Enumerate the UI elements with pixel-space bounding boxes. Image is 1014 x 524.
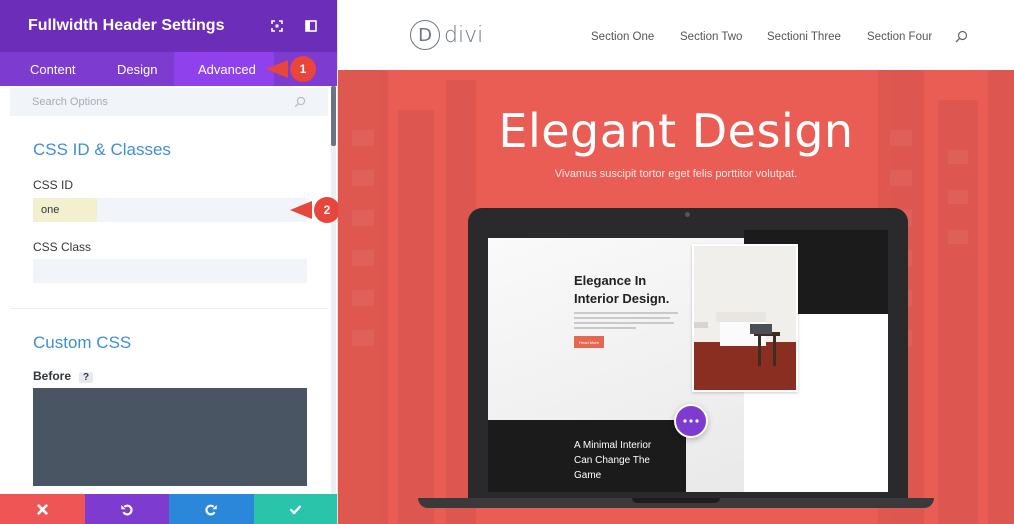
mockup-footer-line-1: A Minimal Interior (574, 440, 652, 451)
mockup-footer-text: A Minimal Interior Can Change The Game (574, 438, 651, 483)
bedroom-illustration (694, 246, 796, 390)
mockup-bedroom-photo (692, 244, 798, 392)
panel-title: Fullwidth Header Settings (28, 17, 225, 34)
redo-icon (205, 504, 217, 515)
callout-marker-2: 2 (290, 196, 344, 224)
laptop-screen: Elegance In Interior Design. Read More A… (488, 230, 888, 492)
laptop-camera (685, 212, 690, 217)
nav-link-section-three[interactable]: Sectioni Three (767, 31, 841, 43)
save-button[interactable] (253, 494, 337, 524)
mockup-footer-line-2: Can Change The (574, 455, 650, 466)
callout-number: 1 (299, 62, 307, 76)
callout-marker-1: 1 (266, 55, 320, 83)
section-divider (10, 308, 328, 309)
mockup-heading-line-1: Elegance In (574, 273, 647, 288)
laptop-mockup: Elegance In Interior Design. Read More A… (468, 208, 908, 500)
search-options-input[interactable] (32, 96, 232, 108)
custom-css-title[interactable]: Custom CSS (33, 333, 131, 353)
css-id-field[interactable] (33, 198, 307, 222)
callout-number: 2 (323, 203, 331, 217)
hero-subtitle: Vivamus suscipit tortor eget felis portt… (554, 168, 798, 180)
search-icon[interactable] (955, 30, 968, 43)
css-class-label: CSS Class (33, 240, 92, 254)
mockup-body-text (574, 312, 678, 332)
divi-logo[interactable]: D divi (410, 20, 483, 50)
site-header: D divi Section One Section Two Sectioni … (338, 0, 1014, 70)
check-icon (290, 505, 302, 514)
hero-title: Elegant Design (498, 104, 854, 158)
sidebar-toggle-icon[interactable] (294, 0, 328, 52)
tab-content[interactable]: Content (0, 52, 90, 86)
css-id-label: CSS ID (33, 178, 74, 192)
expand-icon[interactable] (260, 0, 294, 52)
laptop-base (418, 498, 934, 508)
mockup-read-more-button: Read More (574, 336, 604, 348)
undo-button[interactable] (84, 494, 169, 524)
mockup-footer-line-3: Game (574, 470, 602, 481)
tab-advanced[interactable]: Advanced (174, 52, 274, 86)
action-bar (0, 494, 337, 524)
css-class-field[interactable] (33, 259, 307, 283)
before-label: Before (33, 369, 72, 383)
nav-link-section-one[interactable]: Section One (591, 31, 654, 43)
discard-button[interactable] (0, 494, 85, 524)
help-icon[interactable]: ? (79, 372, 94, 383)
undo-icon (121, 504, 133, 515)
search-icon[interactable] (294, 96, 306, 108)
redo-button[interactable] (169, 494, 254, 524)
search-options-bar (10, 88, 328, 116)
before-label-row: Before? (33, 369, 94, 383)
page-preview: D divi Section One Section Two Sectioni … (338, 0, 1014, 524)
close-icon (37, 503, 48, 515)
tab-design[interactable]: Design (90, 52, 174, 86)
logo-mark: D (410, 20, 440, 50)
mockup-top-strip (488, 230, 744, 238)
panel-header: Fullwidth Header Settings (0, 0, 337, 52)
logo-text: divi (444, 22, 484, 48)
before-css-editor[interactable] (33, 388, 307, 486)
css-id-classes-title[interactable]: CSS ID & Classes (33, 140, 171, 160)
panel-scrollbar-thumb[interactable] (331, 86, 336, 146)
mockup-heading-line-2: Interior Design. (574, 291, 670, 306)
nav-link-section-four[interactable]: Section Four (867, 31, 932, 43)
mockup-heading: Elegance In Interior Design. (574, 272, 669, 308)
nav-link-section-two[interactable]: Section Two (680, 31, 742, 43)
more-dots-icon (683, 419, 699, 423)
fullwidth-header: Elegant Design Vivamus suscipit tortor e… (338, 70, 1014, 524)
module-settings-button[interactable] (674, 404, 708, 438)
panel-scrollbar[interactable] (331, 86, 336, 494)
